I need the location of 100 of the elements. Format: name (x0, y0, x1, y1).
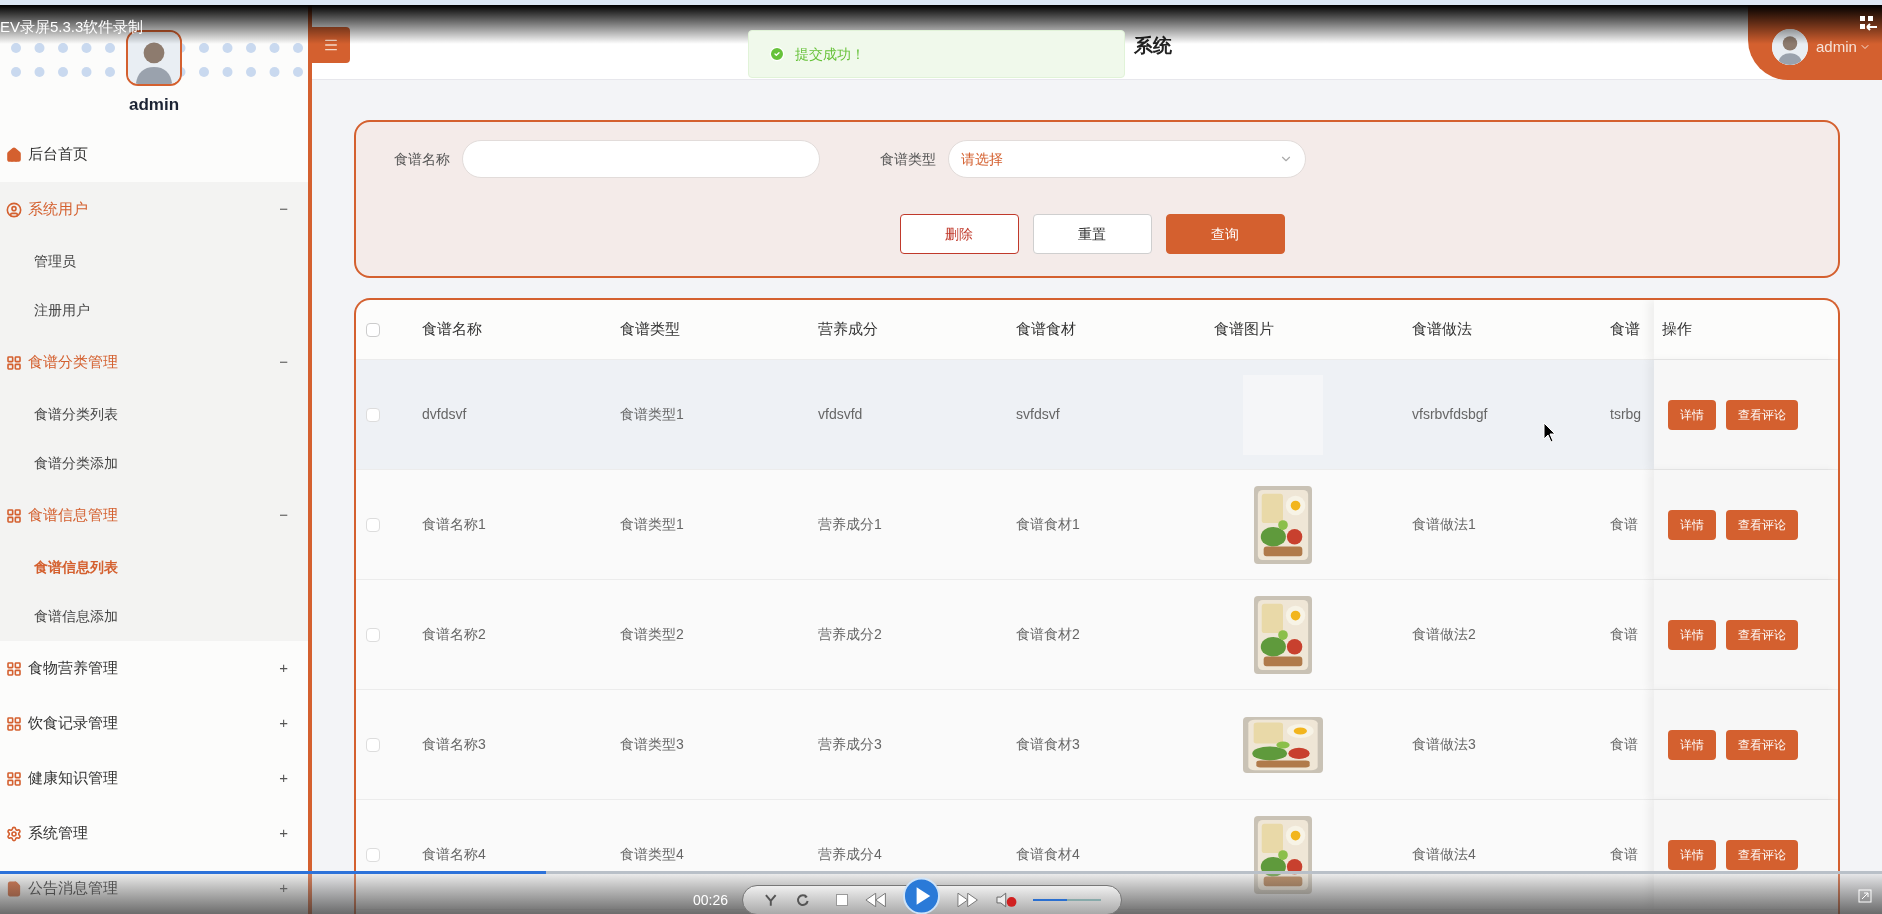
submenu-item[interactable]: 注册用户 (0, 286, 308, 335)
submenu-item[interactable]: 食谱分类列表 (0, 390, 308, 439)
submenu-item[interactable]: 管理员 (0, 237, 308, 286)
menu-item[interactable]: 健康知识管理 + (0, 751, 308, 806)
table-cell-text: svfdsvf (1016, 405, 1060, 424)
row-action-button[interactable]: 详情 (1668, 729, 1716, 760)
checkbox[interactable] (366, 322, 380, 337)
action-button[interactable]: 重置 (1032, 214, 1152, 254)
table-cell-text: 食谱名称2 (422, 625, 486, 644)
table-cell-text: 营养成分2 (818, 625, 882, 644)
progress-track[interactable] (0, 871, 1882, 874)
table-cell-text: vfdsvfd (818, 405, 863, 424)
playback-time: 00:26 (693, 890, 729, 910)
repeat-icon[interactable] (794, 892, 811, 908)
checkbox[interactable] (366, 627, 380, 642)
gear-icon (6, 825, 22, 842)
column-header: 食谱类型 (620, 320, 680, 338)
row-action-button[interactable]: 详情 (1668, 839, 1716, 870)
toggle-sign[interactable]: + (279, 712, 288, 735)
table-cell-text: 食谱类型1 (620, 405, 684, 424)
field-label: 食谱名称 (394, 149, 450, 169)
table-cell-text: 食谱类型3 (620, 735, 684, 754)
table-cell-text: dvfdsvf (422, 405, 467, 424)
table-cell-text: 食谱 (1610, 625, 1638, 644)
table-cell-text: 食谱 (1610, 515, 1638, 534)
menu-item[interactable]: 食谱信息管理 − (0, 488, 308, 543)
table-cell-text: 营养成分1 (818, 515, 882, 534)
table-cell-text: 食谱食材1 (1016, 515, 1080, 534)
checkbox[interactable] (366, 517, 380, 532)
table-cell-text: 食谱做法1 (1412, 515, 1476, 534)
mouse-cursor-icon (1543, 422, 1557, 444)
table-cell-text: 食谱 (1610, 735, 1638, 754)
menu-item[interactable]: 系统用户 − (0, 182, 308, 237)
submenu-item[interactable]: 食谱信息列表 (0, 543, 308, 592)
row-action-button[interactable]: 详情 (1668, 509, 1716, 540)
table-cell-text: 食谱做法2 (1412, 625, 1476, 644)
user-icon (6, 201, 22, 218)
table-cell-text: 食谱类型2 (620, 625, 684, 644)
table-cell-text: 食谱 (1610, 845, 1638, 864)
row-action-button[interactable]: 详情 (1668, 619, 1716, 650)
field-label: 食谱类型 (880, 149, 936, 169)
table-cell-text: 食谱类型1 (620, 515, 684, 534)
row-action-button[interactable]: 查看评论 (1726, 729, 1798, 760)
checkbox[interactable] (366, 737, 380, 752)
grid-icon (6, 770, 22, 787)
user-menu[interactable]: admin (1816, 35, 1871, 59)
table-cell-text: 食谱类型4 (620, 845, 684, 864)
doc-icon (6, 880, 22, 897)
home-icon (6, 146, 22, 163)
table-row[interactable]: dvfdsvf 食谱类型1 vfdsvfd svfdsvf vfsrbvfdsbgf tsrbg 详情 查看评论 (356, 360, 1838, 470)
speaker-icon[interactable] (995, 892, 1017, 908)
column-header: 营养成分 (818, 320, 878, 338)
toggle-sign[interactable]: − (279, 351, 288, 374)
avatar (1772, 29, 1808, 65)
column-header: 食谱 (1610, 320, 1640, 338)
fast-forward-icon[interactable] (956, 893, 980, 907)
menu-item[interactable]: 食谱分类管理 − (0, 335, 308, 390)
input-field[interactable] (462, 140, 820, 178)
row-action-button[interactable]: 查看评论 (1726, 619, 1798, 650)
menu-item[interactable]: 食物营养管理 + (0, 641, 308, 696)
toggle-sign[interactable]: + (279, 877, 288, 900)
checkbox[interactable] (366, 407, 380, 422)
table-cell-text: 营养成分4 (818, 845, 882, 864)
table-cell-text: vfsrbvfdsbgf (1412, 405, 1488, 424)
table-cell-text: 食谱名称3 (422, 735, 486, 754)
row-action-button[interactable]: 详情 (1668, 399, 1716, 430)
grid-icon (6, 660, 22, 677)
action-button[interactable]: 删除 (899, 214, 1019, 254)
rewind-icon[interactable] (863, 893, 888, 907)
action-button[interactable]: 查询 (1165, 214, 1285, 254)
check-icon (769, 46, 785, 62)
toggle-sign[interactable]: − (279, 504, 288, 527)
row-action-button[interactable]: 查看评论 (1726, 399, 1798, 430)
toggle-sign[interactable]: − (279, 198, 288, 221)
menu-item[interactable]: 后台首页 (0, 127, 308, 182)
checkbox[interactable] (366, 847, 380, 862)
select-field[interactable]: 请选择 (948, 140, 1306, 178)
user-name: admin (128, 94, 180, 116)
table-cell-text: tsrbg (1610, 405, 1642, 424)
toggle-sign[interactable]: + (279, 657, 288, 680)
table-cell-text: 食谱食材3 (1016, 735, 1080, 754)
row-action-button[interactable]: 查看评论 (1726, 839, 1798, 870)
submenu-item[interactable]: 食谱分类添加 (0, 439, 308, 488)
grid-icon (6, 354, 22, 371)
resize-icon[interactable] (1858, 889, 1872, 903)
table-cell-text: 食谱名称1 (422, 515, 486, 534)
avatar (128, 32, 180, 84)
table-row[interactable]: 食谱名称1 食谱类型1 营养成分1 食谱食材1 食谱做法1 食谱 详情 查看评论 (356, 470, 1838, 580)
menu-item[interactable]: 饮食记录管理 + (0, 696, 308, 751)
menu-item[interactable]: 系统管理 + (0, 806, 308, 861)
row-action-button[interactable]: 查看评论 (1726, 509, 1798, 540)
stop-icon[interactable] (836, 894, 848, 906)
table-row[interactable]: 食谱名称2 食谱类型2 营养成分2 食谱食材2 食谱做法2 食谱 详情 查看评论 (356, 580, 1838, 690)
toggle-sign[interactable]: + (279, 822, 288, 845)
toggle-sign[interactable]: + (279, 767, 288, 790)
recorder-title: EV录屏5.3.3软件录制 (0, 17, 144, 37)
menu-button[interactable] (312, 27, 350, 63)
table-row[interactable]: 食谱名称3 食谱类型3 营养成分3 食谱食材3 食谱做法3 食谱 详情 查看评论 (356, 690, 1838, 800)
submenu-item[interactable]: 食谱信息添加 (0, 592, 308, 641)
play-icon[interactable] (903, 877, 941, 914)
